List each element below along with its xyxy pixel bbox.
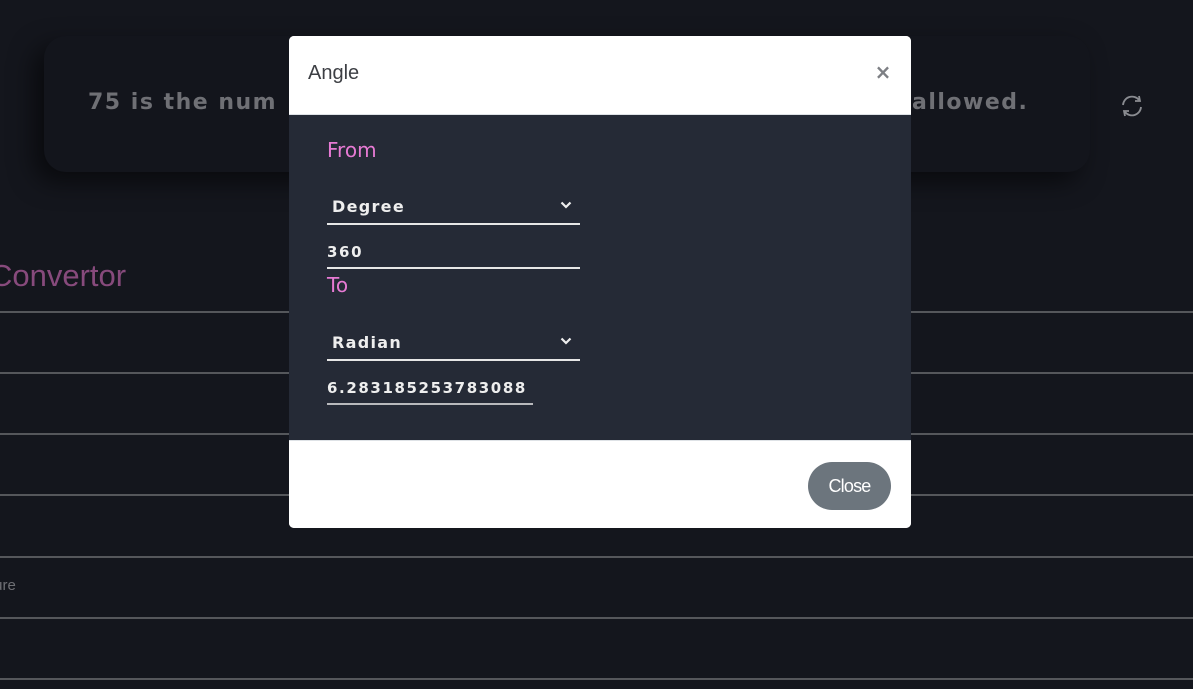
modal-header: Angle × [289,36,911,115]
list-row-divider [0,556,1193,558]
to-unit-value: Radian [332,333,403,352]
to-value-output[interactable] [327,373,533,405]
close-icon[interactable]: × [873,60,893,84]
refresh-icon[interactable] [1118,92,1146,120]
modal-body: From Degree To Radian [289,115,911,440]
from-value-input[interactable] [327,237,580,269]
list-row-divider [0,617,1193,619]
to-unit-select[interactable]: Radian [327,325,580,361]
page: 75 is the num allowed. Convertor ture An… [0,0,1193,689]
from-label: From [327,138,377,162]
angle-converter-modal: Angle × From Degree To Radian Clo [289,36,911,528]
modal-title: Angle [308,62,360,84]
notice-banner-text-end: allowed. [912,90,1029,115]
list-row-divider [0,678,1193,680]
modal-footer: Close [289,440,911,528]
notice-banner-text: 75 is the num [88,90,278,115]
close-button[interactable]: Close [808,462,891,510]
list-item-temperature: ture [0,577,16,594]
to-label: To [327,273,349,297]
from-unit-select[interactable]: Degree [327,189,580,225]
chevron-down-icon [560,201,572,209]
chevron-down-icon [560,337,572,345]
from-unit-value: Degree [332,197,405,216]
convertor-section-title: Convertor [0,258,127,293]
